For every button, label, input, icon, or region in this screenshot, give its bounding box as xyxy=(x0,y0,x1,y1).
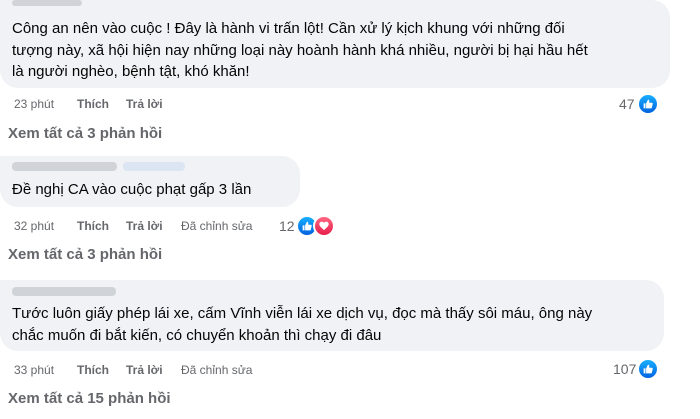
reaction-count: 107 xyxy=(613,361,637,377)
commenter-name-blurred[interactable] xyxy=(12,0,82,6)
reaction-summary[interactable]: 47 xyxy=(619,93,659,115)
reaction-count: 47 xyxy=(619,96,635,112)
reaction-summary[interactable]: 12 xyxy=(279,215,335,237)
edited-label: Đã chỉnh sửa xyxy=(181,219,253,233)
comment-time[interactable]: 23 phút xyxy=(14,97,54,111)
comment-time[interactable]: 32 phút xyxy=(14,219,54,233)
comment-meta: 23 phút Thích Trả lời xyxy=(14,97,214,113)
reply-button[interactable]: Trả lời xyxy=(126,97,163,111)
comment-bubble: Công an nên vào cuộc ! Đây là hành vi tr… xyxy=(0,0,670,88)
like-button[interactable]: Thích xyxy=(77,219,109,233)
view-replies-link[interactable]: Xem tất cả 3 phản hồi xyxy=(8,246,162,263)
reply-button[interactable]: Trả lời xyxy=(126,363,163,377)
commenter-name-blurred[interactable] xyxy=(12,162,117,171)
like-button[interactable]: Thích xyxy=(77,363,109,377)
commenter-name-blurred[interactable] xyxy=(12,287,116,296)
comment-bubble: Tước luôn giấy phép lái xe, cấm Vĩnh viễ… xyxy=(0,280,664,351)
comment-meta: 32 phút Thích Trả lời Đã chỉnh sửa xyxy=(14,219,274,235)
comment-text-line: Công an nên vào cuộc ! Đây là hành vi tr… xyxy=(12,20,565,37)
comment-text-line: tượng này, xã hội hiện nay những loại nà… xyxy=(12,41,588,59)
comment-text-line: chắc muốn đi bắt kiến, có chuyển khoản t… xyxy=(12,327,382,344)
commenter-name-blurred xyxy=(123,162,185,171)
view-replies-link[interactable]: Xem tất cả 3 phản hồi xyxy=(8,125,162,142)
comment-time[interactable]: 33 phút xyxy=(14,363,54,377)
comment-bubble: Đề nghị CA vào cuộc phạt gấp 3 lần xyxy=(0,156,300,207)
comment-text-line: Đề nghị CA vào cuộc phạt gấp 3 lần xyxy=(12,181,252,198)
like-icon xyxy=(636,93,659,115)
love-icon xyxy=(312,215,335,237)
like-icon xyxy=(637,358,660,380)
reaction-count: 12 xyxy=(279,218,295,234)
comment-meta: 33 phút Thích Trả lời Đã chỉnh sửa xyxy=(14,363,274,379)
like-button[interactable]: Thích xyxy=(77,97,109,111)
reply-button[interactable]: Trả lời xyxy=(126,219,163,233)
comment-text-line: Tước luôn giấy phép lái xe, cấm Vĩnh viễ… xyxy=(12,305,593,322)
view-replies-link[interactable]: Xem tất cả 15 phản hồi xyxy=(8,390,171,407)
edited-label: Đã chỉnh sửa xyxy=(181,363,253,377)
comment-text-line: là người nghèo, bệnh tật, khó khăn! xyxy=(12,63,250,80)
reaction-summary[interactable]: 107 xyxy=(613,358,660,380)
